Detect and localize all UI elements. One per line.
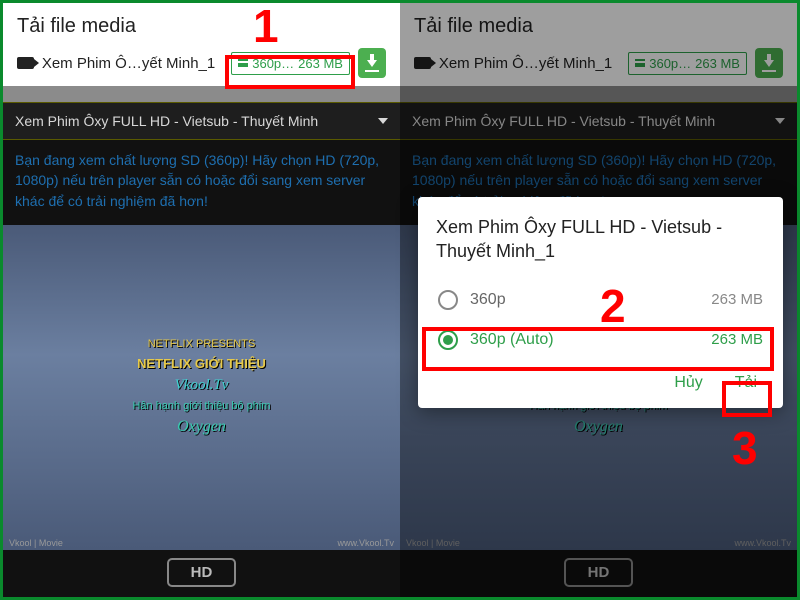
list-icon bbox=[238, 59, 248, 67]
watermark-right: www.Vkool.Tv bbox=[337, 538, 394, 548]
hd-button[interactable]: HD bbox=[564, 558, 634, 587]
quality-text: 360p… bbox=[649, 56, 691, 71]
radio-selected-icon bbox=[438, 330, 458, 350]
subtitle-line: Vkool.Tv bbox=[175, 377, 229, 394]
cancel-button[interactable]: Hủy bbox=[672, 370, 704, 396]
message-text: Bạn đang xem chất lượng SD (360p)! Hãy c… bbox=[15, 150, 388, 211]
quality-chip[interactable]: 360p… 263 MB bbox=[628, 52, 747, 75]
video-player[interactable]: NETFLIX PRESENTS NETFLIX GIỚI THIỆU Vkoo… bbox=[3, 225, 400, 550]
chevron-down-icon bbox=[378, 118, 388, 124]
page-title: Tải file media bbox=[17, 15, 386, 38]
quality-text: 360p… bbox=[252, 56, 294, 71]
subtitle-line: Oxygen bbox=[574, 418, 623, 436]
quality-option[interactable]: 360p 263 MB bbox=[436, 280, 765, 320]
accordion-header[interactable]: Xem Phim Ôxy FULL HD - Vietsub - Thuyết … bbox=[3, 102, 400, 140]
download-action-button[interactable]: Tải bbox=[733, 370, 759, 396]
subtitle-line: NETFLIX GIỚI THIỆU bbox=[137, 356, 266, 371]
spacer bbox=[400, 86, 797, 102]
watermark-left: Vkool | Movie bbox=[406, 538, 460, 548]
hd-button[interactable]: HD bbox=[167, 558, 237, 587]
dialog-title: Xem Phim Ôxy FULL HD - Vietsub - Thuyết … bbox=[436, 215, 765, 264]
video-icon bbox=[17, 57, 34, 69]
subtitle-line: NETFLIX PRESENTS bbox=[148, 338, 256, 350]
option-size: 263 MB bbox=[711, 331, 763, 348]
watermark-left: Vkool | Movie bbox=[9, 538, 63, 548]
quality-message: Bạn đang xem chất lượng SD (360p)! Hãy c… bbox=[3, 140, 400, 225]
quality-option-selected[interactable]: 360p (Auto) 263 MB bbox=[436, 320, 765, 360]
file-size: 263 MB bbox=[298, 56, 343, 71]
header: Tải file media Xem Phim Ô…yết Minh_1 360… bbox=[400, 3, 797, 86]
file-name: Xem Phim Ô…yết Minh_1 bbox=[42, 55, 215, 72]
header: Tải file media Xem Phim Ô…yết Minh_1 360… bbox=[3, 3, 400, 86]
spacer bbox=[3, 86, 400, 102]
subtitle-line: Hân hạnh giới thiệu bộ phim bbox=[132, 400, 270, 412]
download-button[interactable] bbox=[358, 48, 386, 78]
accordion-header[interactable]: Xem Phim Ôxy FULL HD - Vietsub - Thuyết … bbox=[400, 102, 797, 140]
radio-icon bbox=[438, 290, 458, 310]
chevron-down-icon bbox=[775, 118, 785, 124]
page-title: Tải file media bbox=[414, 15, 783, 38]
accordion-title: Xem Phim Ôxy FULL HD - Vietsub - Thuyết … bbox=[412, 113, 715, 129]
option-label: 360p (Auto) bbox=[470, 331, 554, 349]
quality-chip[interactable]: 360p… 263 MB bbox=[231, 52, 350, 75]
quality-dialog: Xem Phim Ôxy FULL HD - Vietsub - Thuyết … bbox=[418, 197, 783, 408]
left-panel: Tải file media Xem Phim Ô…yết Minh_1 360… bbox=[3, 3, 400, 597]
accordion-title: Xem Phim Ôxy FULL HD - Vietsub - Thuyết … bbox=[15, 113, 318, 129]
subtitle-line: Oxygen bbox=[177, 418, 226, 436]
list-icon bbox=[635, 59, 645, 67]
option-label: 360p bbox=[470, 291, 506, 309]
right-panel: Tải file media Xem Phim Ô…yết Minh_1 360… bbox=[400, 3, 797, 597]
video-icon bbox=[414, 57, 431, 69]
download-button[interactable] bbox=[755, 48, 783, 78]
file-name: Xem Phim Ô…yết Minh_1 bbox=[439, 55, 612, 72]
watermark-right: www.Vkool.Tv bbox=[734, 538, 791, 548]
bottom-bar: HD bbox=[3, 550, 400, 597]
dialog-actions: Hủy Tải bbox=[436, 370, 765, 396]
option-size: 263 MB bbox=[711, 291, 763, 308]
download-icon bbox=[764, 60, 774, 67]
file-row: Xem Phim Ô…yết Minh_1 360p… 263 MB bbox=[414, 48, 783, 78]
bottom-bar: HD bbox=[400, 550, 797, 597]
file-row: Xem Phim Ô…yết Minh_1 360p… 263 MB bbox=[17, 48, 386, 78]
download-icon bbox=[367, 60, 377, 67]
file-size: 263 MB bbox=[695, 56, 740, 71]
